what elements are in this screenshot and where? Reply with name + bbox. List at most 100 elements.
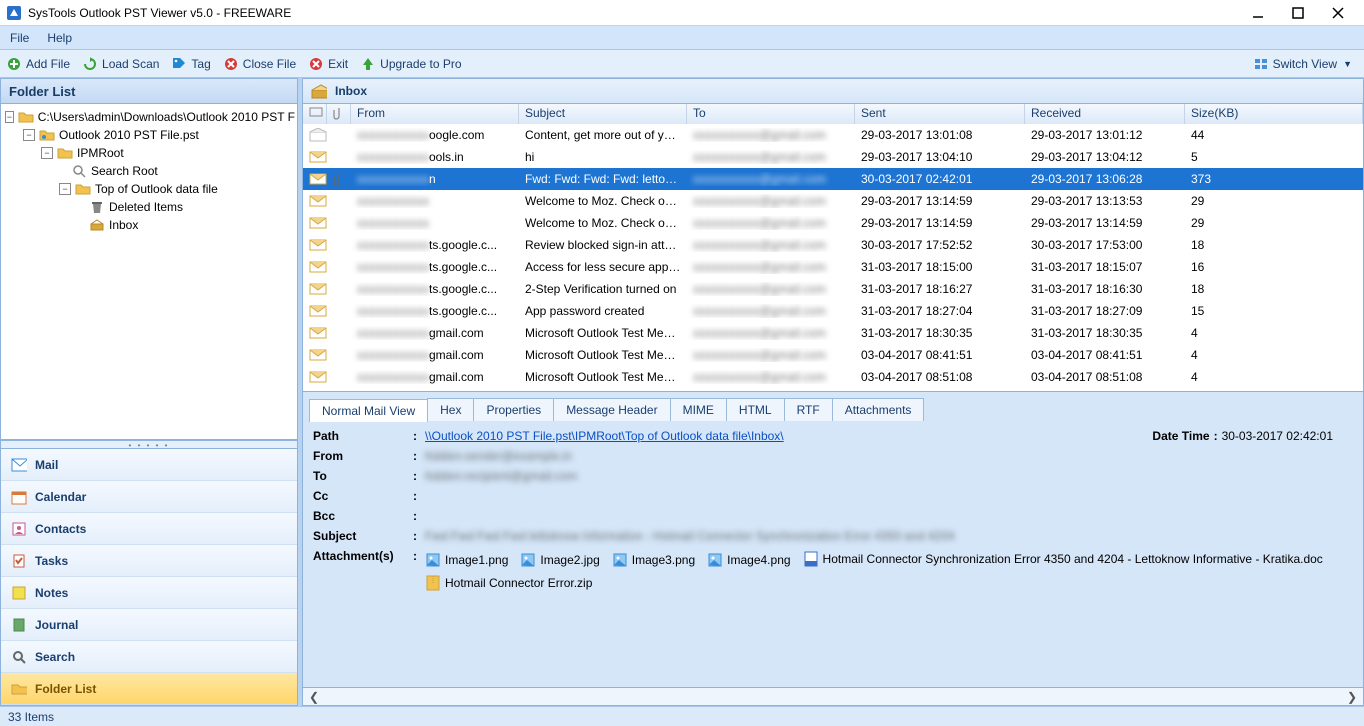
attachment-item[interactable]: Image1.png [425,550,508,570]
table-row[interactable]: xxxxxxxxxxxxools.inhixxxxxxxxxxx@gmail.c… [303,146,1363,168]
tag-button[interactable]: Tag [171,56,210,72]
add-file-button[interactable]: Add File [6,56,70,72]
table-row[interactable]: xxxxxxxxxxxxWelcome to Moz. Check out ..… [303,190,1363,212]
tab-normal-mail-view[interactable]: Normal Mail View [309,399,428,422]
tab-message-header[interactable]: Message Header [553,398,670,421]
cell-subject: Microsoft Outlook Test Mess... [519,326,687,340]
col-to[interactable]: To [687,104,855,124]
cc-value [425,489,1353,503]
col-subject[interactable]: Subject [519,104,687,124]
cell-from: xxxxxxxxxxxx [351,216,519,230]
inbox-icon [311,83,327,99]
tree-node-root[interactable]: − C:\Users\admin\Downloads\Outlook 2010 … [3,108,295,126]
to-label: To [313,469,413,483]
tree-node-ipmroot[interactable]: − IPMRoot [3,144,295,162]
cell-sent: 31-03-2017 18:30:35 [855,326,1025,340]
cell-to: xxxxxxxxxxx@gmail.com [687,348,855,362]
exit-button[interactable]: Exit [308,56,348,72]
nav-calendar[interactable]: Calendar [1,481,297,513]
cell-to: xxxxxxxxxxx@gmail.com [687,150,855,164]
nav-folder-list[interactable]: Folder List [1,673,297,705]
cell-to: xxxxxxxxxxx@gmail.com [687,282,855,296]
load-scan-label: Load Scan [102,57,159,71]
tree-node-deleted[interactable]: Deleted Items [3,198,295,216]
path-link[interactable]: \\Outlook [425,429,473,443]
envelope-icon [303,304,327,318]
attachment-item[interactable]: Image3.png [612,550,695,570]
scroll-right-icon[interactable]: ❯ [1347,690,1357,704]
cell-size: 15 [1185,304,1363,318]
gripper[interactable]: • • • • • [0,440,298,448]
table-row[interactable]: xxxxxxxxxxxxnFwd: Fwd: Fwd: Fwd: lettokn… [303,168,1363,190]
cell-size: 29 [1185,194,1363,208]
collapse-icon[interactable]: − [5,111,14,123]
envelope-icon [303,260,327,274]
table-row[interactable]: xxxxxxxxxxxxgmail.comMicrosoft Outlook T… [303,344,1363,366]
mail-icon [11,457,27,473]
col-from[interactable]: From [351,104,519,124]
col-size[interactable]: Size(KB) [1185,104,1363,124]
tab-rtf[interactable]: RTF [784,398,833,421]
tree-node-pst[interactable]: − Outlook 2010 PST File.pst [3,126,295,144]
nav-label: Search [35,650,75,664]
table-row[interactable]: xxxxxxxxxxxxts.google.c...2-Step Verific… [303,278,1363,300]
col-received[interactable]: Received [1025,104,1185,124]
attachment-item[interactable]: Image4.png [707,550,790,570]
table-row[interactable]: xxxxxxxxxxxxts.google.c...Access for les… [303,256,1363,278]
table-row[interactable]: xxxxxxxxxxxxts.google.c...App password c… [303,300,1363,322]
maximize-button[interactable] [1278,0,1318,26]
cell-to: xxxxxxxxxxx@gmail.com [687,216,855,230]
upgrade-label: Upgrade to Pro [380,57,461,71]
table-row[interactable]: xxxxxxxxxxxxgmail.comMicrosoft Outlook T… [303,322,1363,344]
pst-file-icon [39,127,55,143]
titlebar: SysTools Outlook PST Viewer v5.0 - FREEW… [0,0,1364,26]
collapse-icon[interactable]: − [59,183,71,195]
upgrade-button[interactable]: Upgrade to Pro [360,56,461,72]
close-file-button[interactable]: Close File [223,56,296,72]
attachment-item[interactable]: Hotmail Connector Error.zip [425,573,592,593]
tree-node-top[interactable]: − Top of Outlook data file [3,180,295,198]
tab-properties[interactable]: Properties [473,398,554,421]
cell-subject: 2-Step Verification turned on [519,282,687,296]
nav-search[interactable]: Search [1,641,297,673]
tab-attachments[interactable]: Attachments [832,398,925,421]
detail-panel: Path: \\Outlook 2010 PST File.pst\IPMRoo… [302,421,1364,688]
message-grid[interactable]: xxxxxxxxxxxxoogle.comContent, get more o… [302,124,1364,392]
table-row[interactable]: xxxxxxxxxxxxWelcome to Moz. Check out ..… [303,212,1363,234]
col-sent[interactable]: Sent [855,104,1025,124]
col-attach[interactable] [327,104,351,124]
tab-mime[interactable]: MIME [670,398,727,421]
collapse-icon[interactable]: − [23,129,35,141]
tab-html[interactable]: HTML [726,398,785,421]
table-row[interactable]: xxxxxxxxxxxxgmail.comMicrosoft Outlook T… [303,366,1363,388]
minimize-button[interactable] [1238,0,1278,26]
tree-label: IPMRoot [77,146,124,160]
scroll-left-icon[interactable]: ❮ [309,690,319,704]
horizontal-scrollbar[interactable]: ❮ ❯ [302,688,1364,706]
menu-file[interactable]: File [10,31,29,45]
switch-view-button[interactable]: Switch View ▼ [1253,56,1358,72]
load-scan-button[interactable]: Load Scan [82,56,159,72]
nav-journal[interactable]: Journal [1,609,297,641]
tasks-icon [11,553,27,569]
table-row[interactable]: xxxxxxxxxxxxts.google.c...Review blocked… [303,234,1363,256]
cell-sent: 31-03-2017 18:15:00 [855,260,1025,274]
nav-notes[interactable]: Notes [1,577,297,609]
attachment-item[interactable]: Image2.jpg [520,550,599,570]
tree-node-search-root[interactable]: Search Root [3,162,295,180]
table-row[interactable]: xxxxxxxxxxxxoogle.comContent, get more o… [303,124,1363,146]
tree-node-inbox[interactable]: Inbox [3,216,295,234]
close-button[interactable] [1318,0,1358,26]
nav-mail[interactable]: Mail [1,449,297,481]
nav-tasks[interactable]: Tasks [1,545,297,577]
exit-label: Exit [328,57,348,71]
collapse-icon[interactable]: − [41,147,53,159]
attachment-item[interactable]: Hotmail Connector Synchronization Error … [803,549,1323,569]
datetime-value: 30-03-2017 02:42:01 [1222,429,1333,443]
folder-tree[interactable]: − C:\Users\admin\Downloads\Outlook 2010 … [0,104,298,440]
col-icon[interactable] [303,104,327,124]
tab-hex[interactable]: Hex [427,398,474,421]
nav-contacts[interactable]: Contacts [1,513,297,545]
menu-help[interactable]: Help [47,31,72,45]
tag-label: Tag [191,57,210,71]
